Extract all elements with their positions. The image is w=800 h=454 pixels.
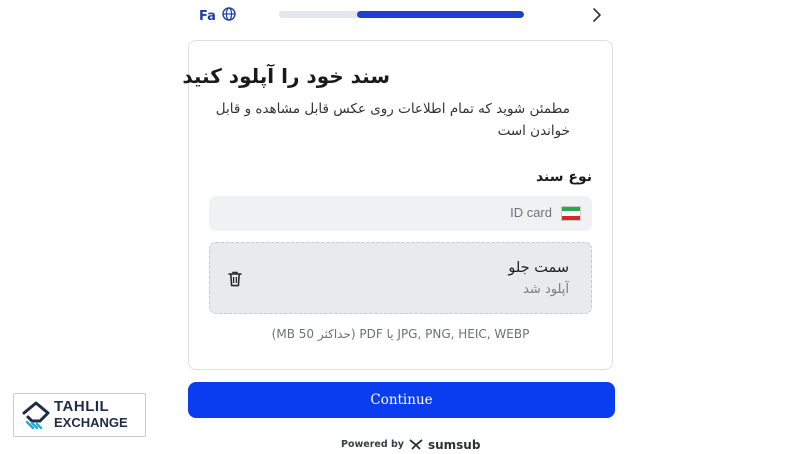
document-type-value: ID card bbox=[510, 205, 552, 220]
trash-icon[interactable] bbox=[227, 270, 243, 288]
page-title: سند خود را آپلود کنید bbox=[182, 64, 390, 88]
continue-button[interactable]: Continue bbox=[188, 382, 615, 418]
chevron-right-icon[interactable] bbox=[589, 6, 605, 24]
front-side-upload[interactable]: سمت جلو آپلود شد bbox=[209, 242, 592, 314]
tahlil-logo-icon bbox=[20, 400, 52, 436]
language-label: Fa bbox=[199, 8, 216, 24]
file-format-note: JPG, PNG, HEIC, WEBP یا PDF (حداکثر 50 M… bbox=[271, 327, 530, 341]
powered-by-label: Powered by bbox=[341, 439, 404, 450]
watermark-line1: TAHLIL bbox=[54, 398, 110, 415]
page-subtitle: مطمئن شوید که تمام اطلاعات روی عکس قابل … bbox=[215, 101, 570, 139]
document-type-label: نوع سند bbox=[535, 169, 592, 185]
tahlil-exchange-watermark: TAHLIL EXCHANGE bbox=[13, 393, 146, 437]
upload-document-card: سند خود را آپلود کنید مطمئن شوید که تمام… bbox=[182, 40, 613, 370]
sumsub-brand: sumsub bbox=[427, 437, 481, 452]
progress-fill bbox=[357, 11, 524, 18]
watermark-line2: EXCHANGE bbox=[54, 415, 128, 430]
upload-status: آپلود شد bbox=[523, 282, 569, 297]
powered-by: Powered by sumsub bbox=[341, 435, 480, 454]
upload-title: سمت جلو bbox=[508, 260, 569, 276]
sumsub-logo-icon bbox=[409, 435, 423, 454]
iran-flag-icon bbox=[561, 206, 581, 221]
document-type-select[interactable]: ID card bbox=[209, 196, 592, 231]
language-selector[interactable]: Fa bbox=[199, 7, 236, 25]
globe-icon bbox=[222, 7, 236, 25]
top-bar: Fa bbox=[0, 0, 800, 32]
progress-bar bbox=[279, 11, 524, 18]
